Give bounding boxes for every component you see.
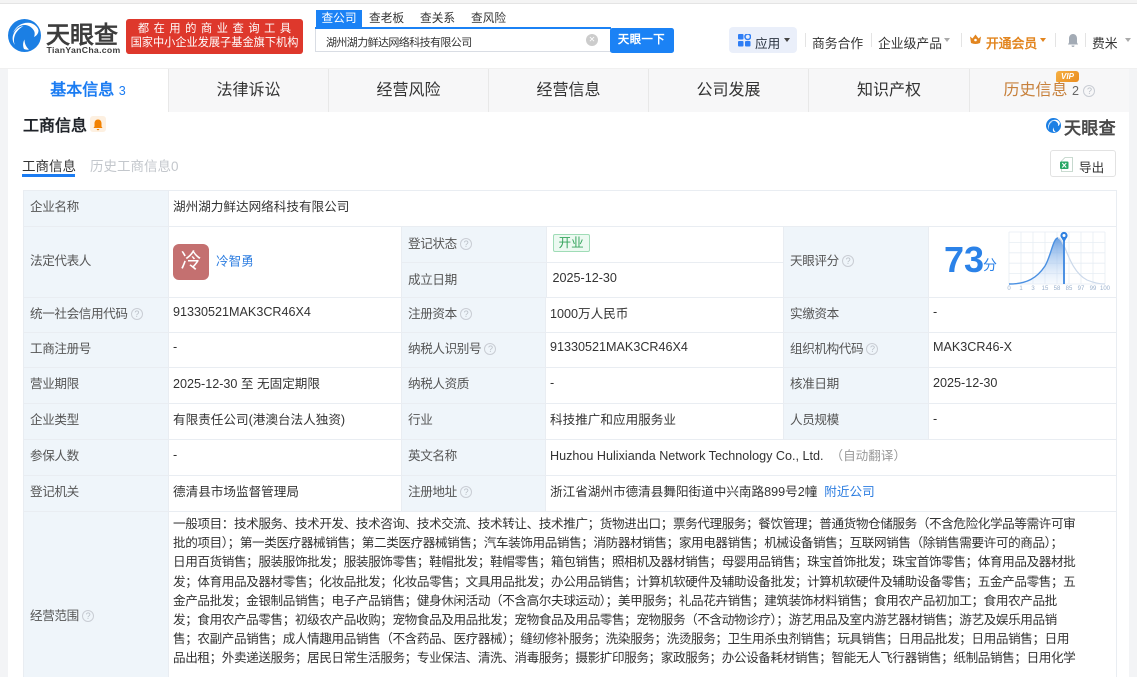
svg-text:58: 58: [1054, 286, 1061, 292]
svg-text:100: 100: [1100, 286, 1111, 292]
svg-text:99: 99: [1090, 286, 1097, 292]
svg-text:97: 97: [1078, 286, 1085, 292]
svg-text:3: 3: [1031, 286, 1035, 292]
svg-text:0: 0: [1007, 286, 1011, 292]
svg-text:85: 85: [1066, 286, 1073, 292]
svg-text:15: 15: [1042, 286, 1049, 292]
svg-text:1: 1: [1019, 286, 1023, 292]
